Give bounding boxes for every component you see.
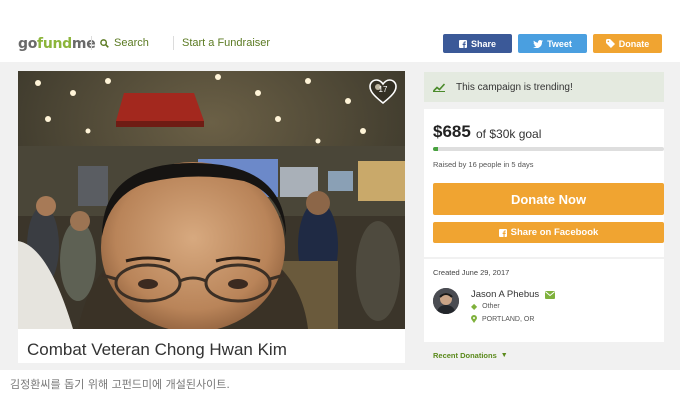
avatar-image [433,288,459,314]
mail-icon[interactable] [545,290,556,299]
location-pin-icon [471,315,477,323]
progress-bar [433,147,664,151]
created-date: Created June 29, 2017 [433,268,510,277]
organizer-name[interactable]: Jason A Phebus [471,289,556,300]
donate-now-button[interactable]: Donate Now [433,183,664,215]
organizer-category-text: Other [482,303,500,310]
campaign-photo[interactable] [18,71,405,329]
tweet-label: Tweet [547,38,572,49]
raised-by-text: Raised by 16 people in 5 days [433,160,534,169]
start-fundraiser-link[interactable]: Start a Fundraiser [182,37,270,49]
search-label: Search [114,37,149,49]
trending-text: This campaign is trending! [456,81,573,93]
site-header: gofundme Search Start a Fundraiser Share… [0,0,680,70]
trending-chart-icon [433,82,445,92]
share-label: Share [470,38,496,49]
organizer-location-text: PORTLAND, OR [482,315,535,323]
caret-down-icon: ▼ [500,352,508,359]
donate-button[interactable]: Donate [593,34,662,53]
tag-icon [605,39,615,48]
facebook-icon [498,228,507,237]
share-facebook-label: Share on Facebook [510,227,599,238]
organizer-location: PORTLAND, OR [471,315,534,323]
recent-donations-label: Recent Donations [433,351,497,360]
tag-icon: ◆ [471,302,478,311]
search-icon [100,38,109,48]
search-link[interactable]: Search [100,37,149,49]
organizer-name-text: Jason A Phebus [471,289,540,300]
trending-banner: This campaign is trending! [424,72,664,102]
gofundme-logo[interactable]: gofundme [18,36,96,52]
divider [91,36,92,50]
divider [173,36,174,50]
donate-label: Donate [618,38,650,49]
share-button[interactable]: Share [443,34,512,53]
share-facebook-button[interactable]: Share on Facebook [433,222,664,243]
heart-count: 17 [378,85,388,94]
goal-text: of $30k goal [476,127,542,141]
organizer-category: ◆ Other [471,302,500,311]
organizer-avatar[interactable] [433,288,459,314]
facebook-icon [458,39,467,48]
twitter-icon [533,39,544,48]
raised-amount: $685 [433,122,471,141]
recent-donations-toggle[interactable]: Recent Donations ▼ [433,351,508,360]
image-caption: 김정환씨를 돕기 위해 고펀드미에 개설된사이트. [10,378,230,391]
campaign-image [18,71,405,329]
progress-bar-fill [433,147,439,151]
campaign-title: Combat Veteran Chong Hwan Kim [27,340,287,359]
tweet-button[interactable]: Tweet [518,34,587,53]
